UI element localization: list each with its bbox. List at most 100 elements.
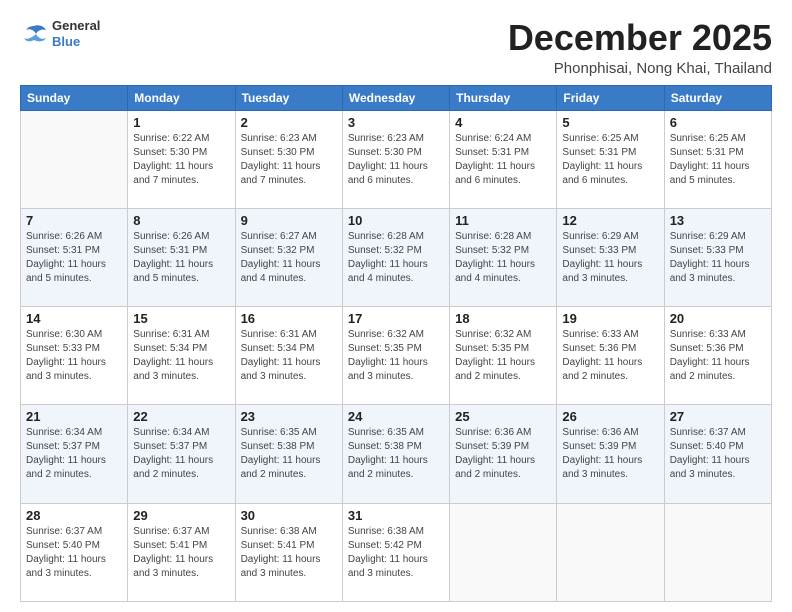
table-row [21, 110, 128, 208]
day-number: 20 [670, 311, 766, 326]
day-number: 2 [241, 115, 337, 130]
day-number: 7 [26, 213, 122, 228]
calendar-week-row: 28 Sunrise: 6:37 AMSunset: 5:40 PMDayligh… [21, 503, 772, 601]
day-number: 9 [241, 213, 337, 228]
logo: General Blue [20, 18, 100, 49]
day-number: 3 [348, 115, 444, 130]
cell-info: Sunrise: 6:35 AMSunset: 5:38 PMDaylight:… [241, 426, 337, 482]
col-monday: Monday [128, 85, 235, 110]
day-number: 13 [670, 213, 766, 228]
month-title: December 2025 [508, 18, 772, 58]
table-row: 13 Sunrise: 6:29 AMSunset: 5:33 PMDayligh… [664, 208, 771, 306]
table-row: 11 Sunrise: 6:28 AMSunset: 5:32 PMDayligh… [450, 208, 557, 306]
day-number: 16 [241, 311, 337, 326]
table-row: 2Sunrise: 6:23 AMSunset: 5:30 PMDaylight… [235, 110, 342, 208]
location: Phonphisai, Nong Khai, Thailand [508, 60, 772, 77]
table-row: 25 Sunrise: 6:36 AMSunset: 5:39 PMDayligh… [450, 405, 557, 503]
title-block: December 2025 Phonphisai, Nong Khai, Tha… [508, 18, 772, 77]
logo-general: General [52, 18, 100, 33]
day-number: 29 [133, 508, 229, 523]
logo-text: General Blue [52, 18, 100, 49]
day-number: 6 [670, 115, 766, 130]
calendar-header-row: Sunday Monday Tuesday Wednesday Thursday… [21, 85, 772, 110]
day-number: 10 [348, 213, 444, 228]
table-row: 31 Sunrise: 6:38 AMSunset: 5:42 PMDayligh… [342, 503, 449, 601]
day-number: 28 [26, 508, 122, 523]
cell-info: Sunrise: 6:26 AMSunset: 5:31 PMDaylight:… [26, 230, 122, 286]
cell-info: Sunrise: 6:23 AMSunset: 5:30 PMDaylight:… [348, 132, 444, 188]
cell-info: Sunrise: 6:31 AMSunset: 5:34 PMDaylight:… [241, 328, 337, 384]
day-number: 21 [26, 409, 122, 424]
cell-info: Sunrise: 6:36 AMSunset: 5:39 PMDaylight:… [455, 426, 551, 482]
page: General Blue December 2025 Phonphisai, N… [0, 0, 792, 612]
table-row: 4Sunrise: 6:24 AMSunset: 5:31 PMDaylight… [450, 110, 557, 208]
table-row: 26 Sunrise: 6:36 AMSunset: 5:39 PMDayligh… [557, 405, 664, 503]
cell-info: Sunrise: 6:37 AMSunset: 5:40 PMDaylight:… [670, 426, 766, 482]
col-sunday: Sunday [21, 85, 128, 110]
day-number: 17 [348, 311, 444, 326]
calendar-table: Sunday Monday Tuesday Wednesday Thursday… [20, 85, 772, 602]
table-row: 7 Sunrise: 6:26 AMSunset: 5:31 PMDaylight… [21, 208, 128, 306]
cell-info: Sunrise: 6:30 AMSunset: 5:33 PMDaylight:… [26, 328, 122, 384]
cell-info: Sunrise: 6:34 AMSunset: 5:37 PMDaylight:… [26, 426, 122, 482]
day-number: 31 [348, 508, 444, 523]
logo-blue: Blue [52, 34, 80, 49]
table-row: 16 Sunrise: 6:31 AMSunset: 5:34 PMDayligh… [235, 307, 342, 405]
table-row: 15Sunrise: 6:31 AMSunset: 5:34 PMDayligh… [128, 307, 235, 405]
table-row: 21 Sunrise: 6:34 AMSunset: 5:37 PMDayligh… [21, 405, 128, 503]
day-number: 14 [26, 311, 122, 326]
day-number: 25 [455, 409, 551, 424]
day-number: 4 [455, 115, 551, 130]
day-number: 26 [562, 409, 658, 424]
calendar-week-row: 1Sunrise: 6:22 AMSunset: 5:30 PMDaylight… [21, 110, 772, 208]
table-row: 6 Sunrise: 6:25 AMSunset: 5:31 PMDaylight… [664, 110, 771, 208]
table-row: 17 Sunrise: 6:32 AMSunset: 5:35 PMDayligh… [342, 307, 449, 405]
table-row: 19Sunrise: 6:33 AMSunset: 5:36 PMDayligh… [557, 307, 664, 405]
day-number: 12 [562, 213, 658, 228]
table-row: 3 Sunrise: 6:23 AMSunset: 5:30 PMDaylight… [342, 110, 449, 208]
cell-info: Sunrise: 6:34 AMSunset: 5:37 PMDaylight:… [133, 426, 229, 482]
table-row: 20Sunrise: 6:33 AMSunset: 5:36 PMDayligh… [664, 307, 771, 405]
cell-info: Sunrise: 6:28 AMSunset: 5:32 PMDaylight:… [348, 230, 444, 286]
day-number: 24 [348, 409, 444, 424]
cell-info: Sunrise: 6:29 AMSunset: 5:33 PMDaylight:… [670, 230, 766, 286]
cell-info: Sunrise: 6:25 AMSunset: 5:31 PMDaylight:… [562, 132, 658, 188]
cell-info: Sunrise: 6:26 AMSunset: 5:31 PMDaylight:… [133, 230, 229, 286]
cell-info: Sunrise: 6:38 AMSunset: 5:42 PMDaylight:… [348, 525, 444, 581]
calendar-week-row: 21 Sunrise: 6:34 AMSunset: 5:37 PMDayligh… [21, 405, 772, 503]
table-row [450, 503, 557, 601]
table-row: 1Sunrise: 6:22 AMSunset: 5:30 PMDaylight… [128, 110, 235, 208]
day-number: 22 [133, 409, 229, 424]
table-row [664, 503, 771, 601]
table-row: 30Sunrise: 6:38 AMSunset: 5:41 PMDayligh… [235, 503, 342, 601]
table-row: 28 Sunrise: 6:37 AMSunset: 5:40 PMDayligh… [21, 503, 128, 601]
table-row: 12Sunrise: 6:29 AMSunset: 5:33 PMDayligh… [557, 208, 664, 306]
day-number: 30 [241, 508, 337, 523]
cell-info: Sunrise: 6:36 AMSunset: 5:39 PMDaylight:… [562, 426, 658, 482]
cell-info: Sunrise: 6:35 AMSunset: 5:38 PMDaylight:… [348, 426, 444, 482]
table-row: 8 Sunrise: 6:26 AMSunset: 5:31 PMDaylight… [128, 208, 235, 306]
day-number: 5 [562, 115, 658, 130]
cell-info: Sunrise: 6:37 AMSunset: 5:41 PMDaylight:… [133, 525, 229, 581]
col-thursday: Thursday [450, 85, 557, 110]
table-row [557, 503, 664, 601]
table-row: 27Sunrise: 6:37 AMSunset: 5:40 PMDayligh… [664, 405, 771, 503]
day-number: 11 [455, 213, 551, 228]
cell-info: Sunrise: 6:31 AMSunset: 5:34 PMDaylight:… [133, 328, 229, 384]
day-number: 18 [455, 311, 551, 326]
calendar-week-row: 14 Sunrise: 6:30 AMSunset: 5:33 PMDayligh… [21, 307, 772, 405]
day-number: 8 [133, 213, 229, 228]
table-row: 10 Sunrise: 6:28 AMSunset: 5:32 PMDayligh… [342, 208, 449, 306]
cell-info: Sunrise: 6:25 AMSunset: 5:31 PMDaylight:… [670, 132, 766, 188]
cell-info: Sunrise: 6:37 AMSunset: 5:40 PMDaylight:… [26, 525, 122, 581]
table-row: 14 Sunrise: 6:30 AMSunset: 5:33 PMDayligh… [21, 307, 128, 405]
table-row: 23Sunrise: 6:35 AMSunset: 5:38 PMDayligh… [235, 405, 342, 503]
table-row: 22 Sunrise: 6:34 AMSunset: 5:37 PMDayligh… [128, 405, 235, 503]
col-wednesday: Wednesday [342, 85, 449, 110]
table-row: 9Sunrise: 6:27 AMSunset: 5:32 PMDaylight… [235, 208, 342, 306]
logo-bird-icon [20, 22, 48, 46]
table-row: 5 Sunrise: 6:25 AMSunset: 5:31 PMDaylight… [557, 110, 664, 208]
cell-info: Sunrise: 6:32 AMSunset: 5:35 PMDaylight:… [348, 328, 444, 384]
cell-info: Sunrise: 6:28 AMSunset: 5:32 PMDaylight:… [455, 230, 551, 286]
col-friday: Friday [557, 85, 664, 110]
